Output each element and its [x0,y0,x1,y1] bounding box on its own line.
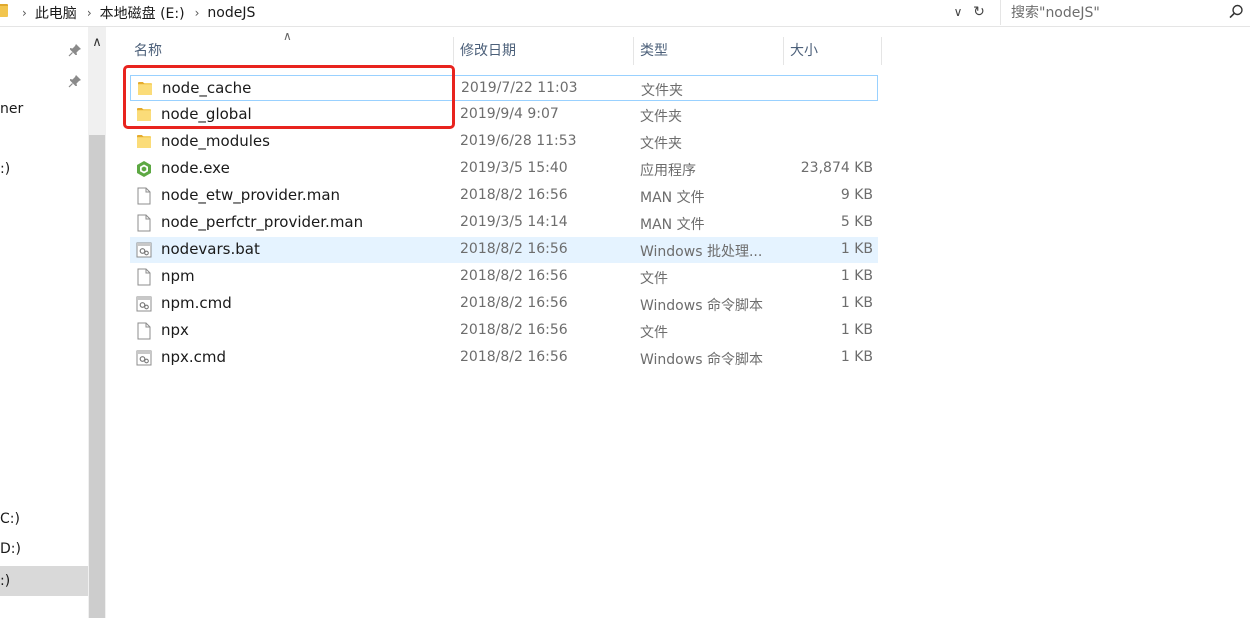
file-name: node_etw_provider.man [161,186,341,204]
refresh-icon[interactable]: ↻ [969,2,989,22]
table-row[interactable]: node_perfctr_provider.man 2019/3/5 14:14 M… [130,210,878,236]
file-list: ∧ 名称 修改日期 类型 大小 node_cache 2019/7/22 11:0… [108,27,1250,618]
table-row[interactable]: node_global 2019/9/4 9:07 文件夹 [130,102,878,128]
nav-item-drive-e[interactable]: :) [0,566,88,596]
file-type: MAN 文件 [640,217,705,233]
column-header-date[interactable]: 修改日期 [454,37,634,65]
column-header-name[interactable]: 名称 [128,37,454,65]
table-row[interactable]: nodevars.bat 2018/8/2 16:56 Windows 批处理...… [130,237,878,263]
file-name: node.exe [161,159,230,177]
file-type: 文件 [640,325,668,341]
file-type: 文件夹 [640,136,682,152]
chevron-right-icon[interactable]: › [195,6,200,20]
nodejs-app-icon [136,160,152,178]
file-date: 2019/3/5 15:40 [460,160,568,176]
file-date: 2018/8/2 16:56 [460,268,568,284]
top-bar: › 此电脑 › 本地磁盘 (E:) › nodeJS ∨ ↻ [0,0,1250,27]
folder-icon [137,80,153,98]
file-date: 2018/8/2 16:56 [460,187,568,203]
file-name: npx [161,321,189,339]
breadcrumb: › 此电脑 › 本地磁盘 (E:) › nodeJS [22,3,265,23]
batch-file-icon [136,349,152,367]
file-name: nodevars.bat [161,240,260,258]
file-icon [136,322,152,340]
chevron-up-icon[interactable]: ∧ [88,35,106,57]
table-row[interactable]: npx 2018/8/2 16:56 文件 1 KB [130,318,878,344]
file-icon [136,268,152,286]
batch-file-icon [136,295,152,313]
table-row[interactable]: node.exe 2019/3/5 15:40 应用程序 23,874 KB [130,156,878,182]
chevron-down-icon[interactable]: ∨ [948,2,968,22]
file-icon [136,214,152,232]
file-name: node_cache [162,79,252,97]
nav-scrollbar-thumb[interactable] [89,135,105,618]
breadcrumb-this-pc[interactable]: 此电脑 [35,3,77,23]
table-row[interactable]: node_etw_provider.man 2018/8/2 16:56 MAN 文… [130,183,878,209]
file-size: 1 KB [840,349,873,365]
file-type: 文件夹 [641,83,683,99]
pin-icon[interactable] [68,43,82,57]
address-bar[interactable]: › 此电脑 › 本地磁盘 (E:) › nodeJS ∨ ↻ [0,0,993,25]
file-name: npx.cmd [161,348,227,366]
file-size: 1 KB [840,241,873,257]
file-type: 文件夹 [640,109,682,125]
nav-item[interactable]: :) [0,161,10,177]
column-header: 名称 修改日期 类型 大小 [128,37,888,65]
nav-item-drive-c[interactable]: C:) [0,511,20,527]
file-type: MAN 文件 [640,190,705,206]
table-row[interactable]: npm.cmd 2018/8/2 16:56 Windows 命令脚本 1 KB [130,291,878,317]
file-size: 23,874 KB [800,160,873,176]
file-name: node_perfctr_provider.man [161,213,364,231]
file-type: Windows 命令脚本 [640,352,763,368]
file-type: Windows 批处理... [640,244,763,260]
file-date: 2018/8/2 16:56 [460,241,568,257]
navigation-pane: ner :) C:) D:) :) ∧ [0,27,108,618]
file-name: npm.cmd [161,294,232,312]
file-icon [136,187,152,205]
search-input[interactable] [1009,2,1223,24]
nav-item-drive-d[interactable]: D:) [0,541,21,557]
file-date: 2018/8/2 16:56 [460,349,568,365]
file-type: Windows 命令脚本 [640,298,763,314]
batch-file-icon [136,241,152,259]
pin-icon[interactable] [68,74,82,88]
breadcrumb-local-disk-e[interactable]: 本地磁盘 (E:) [100,3,185,23]
table-row[interactable]: npm 2018/8/2 16:56 文件 1 KB [130,264,878,290]
folder-icon [136,133,152,151]
table-row[interactable]: npx.cmd 2018/8/2 16:56 Windows 命令脚本 1 KB [130,345,878,371]
file-size: 1 KB [840,295,873,311]
search-icon[interactable] [1227,3,1245,21]
file-date: 2019/6/28 11:53 [460,133,577,149]
file-size: 9 KB [840,187,873,203]
file-name: node_modules [161,132,270,150]
file-date: 2019/7/22 11:03 [461,80,578,96]
folder-icon [136,106,152,124]
file-name: npm [161,267,195,285]
file-size: 5 KB [840,214,873,230]
nav-item[interactable]: ner [0,101,23,117]
file-date: 2019/3/5 14:14 [460,214,568,230]
file-type: 应用程序 [640,163,696,179]
file-date: 2018/8/2 16:56 [460,322,568,338]
file-date: 2019/9/4 9:07 [460,106,559,122]
column-header-type[interactable]: 类型 [634,37,784,65]
column-header-size[interactable]: 大小 [784,37,882,65]
table-row[interactable]: node_modules 2019/6/28 11:53 文件夹 [130,129,878,155]
file-size: 1 KB [840,322,873,338]
chevron-right-icon[interactable]: › [87,6,92,20]
file-date: 2018/8/2 16:56 [460,295,568,311]
folder-icon [0,4,8,17]
search-box[interactable] [1000,0,1250,25]
chevron-right-icon[interactable]: › [22,6,27,20]
file-name: node_global [161,105,252,123]
file-size: 1 KB [840,268,873,284]
breadcrumb-nodejs[interactable]: nodeJS [207,5,255,21]
file-type: 文件 [640,271,668,287]
table-row[interactable]: node_cache 2019/7/22 11:03 文件夹 [130,75,878,101]
